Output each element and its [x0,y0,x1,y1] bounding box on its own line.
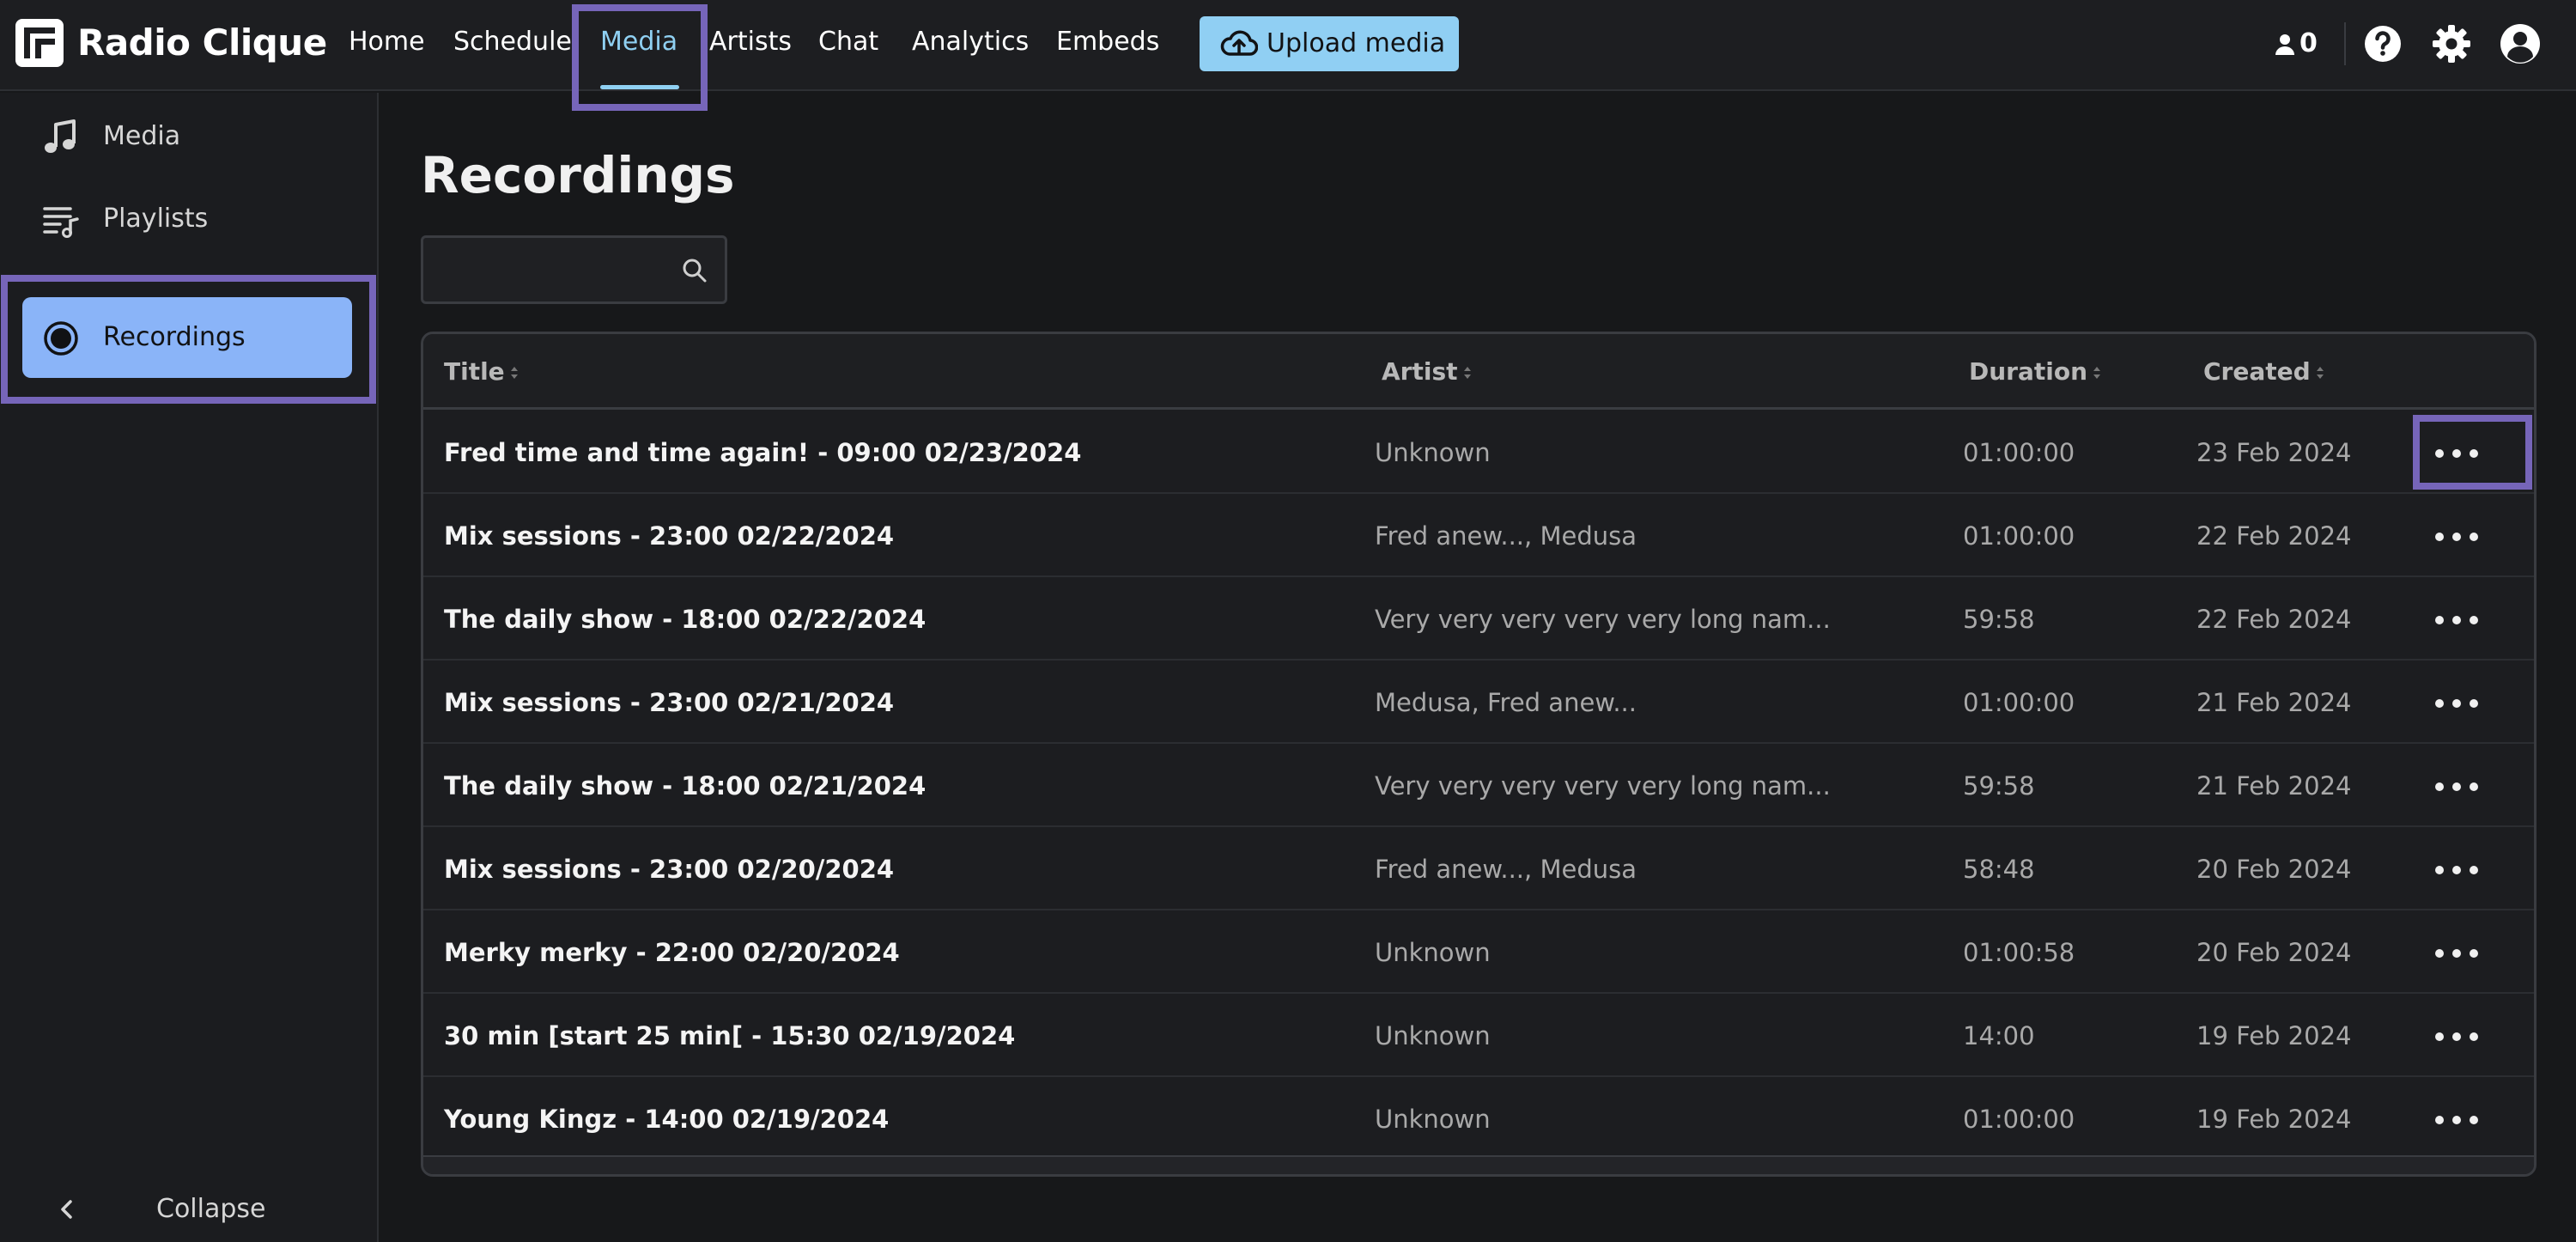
cell-title[interactable]: Mix sessions - 23:00 02/22/2024 [444,495,894,577]
sidebar-item-label: Media [103,121,181,151]
more-options-button[interactable] [2431,677,2482,728]
more-options-button[interactable] [2431,594,2482,645]
sort-icon [2093,367,2101,379]
more-options-button[interactable] [2431,510,2482,562]
playlist-icon [43,207,79,238]
sort-icon [1463,367,1471,379]
cell-created: 21 Feb 2024 [2196,688,2352,717]
top-bar: Radio Clique Home Schedule Media Artists… [0,0,2576,91]
page-title: Recordings [421,146,735,204]
chevron-left-icon [61,1200,72,1219]
nav-analytics[interactable]: Analytics [912,22,1029,62]
table-row[interactable]: Fred time and time again! - 09:00 02/23/… [423,411,2534,494]
highlight-more-options [2413,415,2532,490]
highlight-sidebar-recordings [1,275,376,404]
column-header-artist[interactable]: Artist [1382,334,1472,410]
table-row[interactable]: 30 min [start 25 min[ - 15:30 02/19/2024… [423,995,2534,1077]
sort-icon [510,367,518,379]
cell-title[interactable]: 30 min [start 25 min[ - 15:30 02/19/2024 [444,995,1015,1077]
cell-duration: 59:58 [1963,771,2035,801]
sort-icon [2316,367,2324,379]
nav-embeds[interactable]: Embeds [1056,22,1159,62]
cell-title[interactable]: Merky merky - 22:00 02/20/2024 [444,911,900,994]
table-row[interactable]: Mix sessions - 23:00 02/20/2024 Fred ane… [423,828,2534,910]
cell-duration: 14:00 [1963,1021,2035,1050]
cell-artist: Medusa, Fred anew... [1375,688,1637,717]
highlight-nav-media [572,4,708,111]
sidebar-item-media[interactable]: Media [22,96,352,177]
cell-duration: 01:00:00 [1963,688,2075,717]
cell-created: 19 Feb 2024 [2196,1105,2352,1134]
cloud-upload-icon [1220,30,1258,56]
cell-title[interactable]: The daily show - 18:00 02/21/2024 [444,745,926,827]
music-note-icon [45,119,76,153]
table-header: Title Artist Duration Created [423,334,2534,410]
cell-title[interactable]: Fred time and time again! - 09:00 02/23/… [444,411,1081,494]
cell-duration: 01:00:00 [1963,1105,2075,1134]
cell-created: 20 Feb 2024 [2196,855,2352,884]
help-icon[interactable] [2361,22,2404,65]
user-account-icon[interactable] [2499,22,2542,65]
cell-title[interactable]: The daily show - 18:00 02/22/2024 [444,578,926,661]
recordings-table: Title Artist Duration Created Fred time … [421,332,2537,1177]
nav-schedule[interactable]: Schedule [453,22,572,62]
cell-title[interactable]: Young Kingz - 14:00 02/19/2024 [444,1078,889,1160]
column-header-title[interactable]: Title [444,334,519,410]
cell-created: 20 Feb 2024 [2196,938,2352,967]
column-header-created[interactable]: Created [2203,334,2324,410]
search-icon[interactable] [681,257,708,284]
upload-media-label: Upload media [1267,28,1446,58]
cell-created: 19 Feb 2024 [2196,1021,2352,1050]
collapse-label: Collapse [156,1194,266,1224]
table-row[interactable]: The daily show - 18:00 02/21/2024 Very v… [423,745,2534,827]
cell-created: 21 Feb 2024 [2196,771,2352,801]
listener-count-value: 0 [2300,28,2318,58]
table-row[interactable]: Mix sessions - 23:00 02/22/2024 Fred ane… [423,495,2534,577]
sidebar-item-playlists[interactable]: Playlists [22,179,352,259]
cell-artist: Fred anew..., Medusa [1375,855,1637,884]
cell-duration: 01:00:58 [1963,938,2075,967]
nav-chat[interactable]: Chat [818,22,878,62]
horizontal-scrollbar[interactable] [423,1155,2534,1174]
more-options-button[interactable] [2431,1010,2482,1062]
search-input[interactable] [435,250,676,291]
cell-title[interactable]: Mix sessions - 23:00 02/20/2024 [444,828,894,910]
more-options-button[interactable] [2431,1093,2482,1145]
cell-duration: 01:00:00 [1963,438,2075,467]
cell-artist: Very very very very very long nam... [1375,771,1831,801]
nav-home[interactable]: Home [349,22,425,62]
more-options-button[interactable] [2431,927,2482,978]
cell-artist: Unknown [1375,438,1491,467]
cell-duration: 58:48 [1963,855,2035,884]
upload-media-button[interactable]: Upload media [1200,16,1459,71]
more-options-button[interactable] [2431,760,2482,812]
nav-artists[interactable]: Artists [709,22,792,62]
cell-created: 23 Feb 2024 [2196,438,2352,467]
brand-name[interactable]: Radio Clique [77,19,327,67]
table-row[interactable]: Young Kingz - 14:00 02/19/2024 Unknown 0… [423,1078,2534,1160]
cell-created: 22 Feb 2024 [2196,605,2352,634]
cell-title[interactable]: Mix sessions - 23:00 02/21/2024 [444,661,894,744]
cell-artist: Fred anew..., Medusa [1375,521,1637,551]
gear-icon[interactable] [2430,22,2473,65]
table-row[interactable]: Mix sessions - 23:00 02/21/2024 Medusa, … [423,661,2534,744]
table-row[interactable]: The daily show - 18:00 02/22/2024 Very v… [423,578,2534,661]
sidebar-item-label: Playlists [103,204,209,234]
cell-artist: Unknown [1375,1021,1491,1050]
cell-duration: 59:58 [1963,605,2035,634]
table-row[interactable]: Merky merky - 22:00 02/20/2024 Unknown 0… [423,911,2534,994]
column-header-duration[interactable]: Duration [1969,334,2101,410]
sidebar: Media Playlists Recordings Collapse [0,93,379,1242]
cell-duration: 01:00:00 [1963,521,2075,551]
collapse-button[interactable]: Collapse [46,1185,338,1233]
cell-artist: Unknown [1375,938,1491,967]
person-icon [2275,34,2294,55]
divider [2344,22,2346,65]
search-box[interactable] [421,235,727,304]
logo-icon[interactable] [15,19,64,67]
more-options-button[interactable] [2431,843,2482,895]
cell-artist: Unknown [1375,1105,1491,1134]
cell-artist: Very very very very very long nam... [1375,605,1831,634]
cell-created: 22 Feb 2024 [2196,521,2352,551]
